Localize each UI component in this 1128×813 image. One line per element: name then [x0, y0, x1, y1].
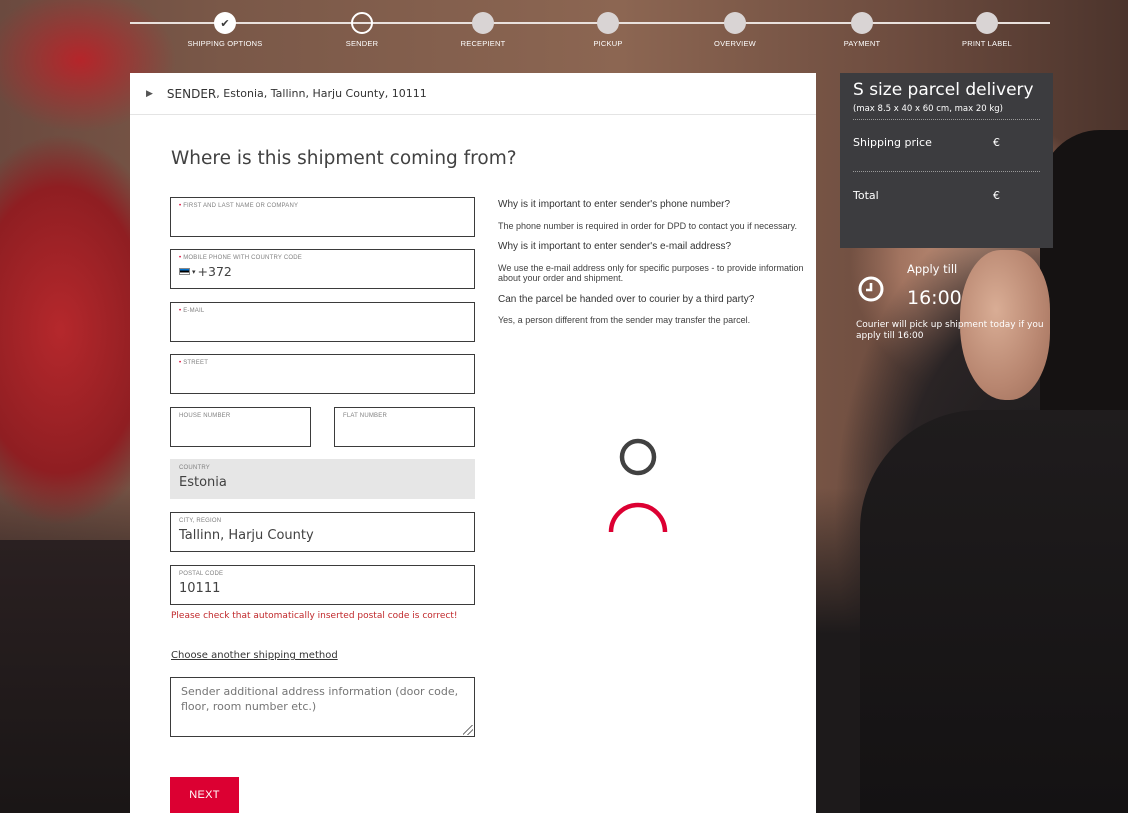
breadcrumb-details: , Estonia, Tallinn, Harju County, 10111 [216, 87, 427, 100]
step-recipient: RECEPIENT [423, 12, 543, 48]
expand-triangle-icon[interactable]: ▶ [146, 89, 153, 99]
help-answer: We use the e-mail address only for speci… [498, 262, 804, 284]
street-field-label: • STREET [179, 360, 467, 366]
email-field-label: • E-MAIL [179, 308, 467, 314]
chevron-down-icon[interactable]: ▾ [192, 268, 196, 276]
choose-another-shipping-method-link[interactable]: Choose another shipping method [171, 650, 338, 661]
summary-subtitle: (max 8.5 x 40 x 60 cm, max 20 kg) [853, 104, 1040, 120]
step-payment: PAYMENT [802, 12, 922, 48]
help-question: Why is it important to enter sender's e-… [498, 241, 732, 252]
step-current-icon [351, 12, 373, 34]
shipping-price-label: Shipping price [853, 136, 932, 149]
page-title: Where is this shipment coming from? [171, 148, 517, 169]
country-label: COUNTRY [179, 465, 210, 471]
country-field: COUNTRY Estonia [170, 459, 475, 499]
shipping-price-row: Shipping price € [853, 136, 1040, 149]
total-label: Total [853, 189, 879, 202]
step-pending-icon [472, 12, 494, 34]
phone-label-text: MOBILE PHONE WITH COUNTRY CODE [183, 255, 302, 261]
apply-note: Courier will pick up shipment today if y… [856, 320, 1044, 341]
phone-field[interactable]: • MOBILE PHONE WITH COUNTRY CODE ▾ +372 [170, 249, 475, 289]
step-print-label: PRINT LABEL [927, 12, 1047, 48]
help-info: Why is it important to enter sender's ph… [498, 199, 808, 337]
email-field[interactable]: • E-MAIL [170, 302, 475, 342]
summary-title: S size parcel delivery [853, 80, 1034, 100]
phone-input-row[interactable]: ▾ +372 [179, 264, 467, 279]
street-field[interactable]: • STREET [170, 354, 475, 394]
flat-number-field[interactable]: FLAT NUMBER [334, 407, 475, 447]
background-photo-customer [860, 410, 1128, 813]
house-number-field[interactable]: HOUSE NUMBER [170, 407, 311, 447]
summary-divider [853, 171, 1040, 172]
step-label: SHIPPING OPTIONS [187, 39, 263, 48]
email-label-text: E-MAIL [183, 308, 205, 314]
step-sender: SENDER [302, 12, 422, 48]
city-label: CITY, REGION [179, 518, 222, 524]
step-pending-icon [597, 12, 619, 34]
name-field[interactable]: • FIRST AND LAST NAME OR COMPANY [170, 197, 475, 237]
apply-till-label: Apply till [907, 262, 958, 276]
house-number-label: HOUSE NUMBER [179, 413, 231, 419]
estonia-flag-icon[interactable] [179, 268, 190, 275]
required-mark: • [179, 360, 182, 366]
step-pickup: PICKUP [548, 12, 668, 48]
city-value: Tallinn, Harju County [179, 528, 314, 543]
postal-code-warning: Please check that automatically inserted… [171, 611, 458, 621]
step-pending-icon [851, 12, 873, 34]
help-question: Why is it important to enter sender's ph… [498, 199, 731, 210]
sender-form-panel: ▶ SENDER , Estonia, Tallinn, Harju Count… [130, 73, 816, 813]
total-value: € [993, 189, 1000, 202]
postal-code-value: 10111 [179, 581, 221, 596]
total-row: Total € [853, 189, 1040, 202]
phone-field-label: • MOBILE PHONE WITH COUNTRY CODE [179, 255, 467, 261]
step-done-icon: ✔ [214, 12, 236, 34]
breadcrumb-step: SENDER [166, 86, 217, 101]
step-label: RECEPIENT [460, 39, 506, 48]
step-label: PAYMENT [843, 39, 881, 48]
step-label: PRINT LABEL [962, 39, 1012, 48]
step-shipping-options[interactable]: ✔ SHIPPING OPTIONS [165, 12, 285, 48]
background-photo-courier [0, 540, 130, 813]
step-pending-icon [724, 12, 746, 34]
clock-icon [858, 276, 884, 302]
additional-address-info-field[interactable] [170, 677, 475, 737]
order-summary: S size parcel delivery (max 8.5 x 40 x 6… [840, 73, 1053, 248]
help-answer: Yes, a person different from the sender … [498, 315, 751, 325]
step-overview: OVERVIEW [675, 12, 795, 48]
name-field-label: • FIRST AND LAST NAME OR COMPANY [179, 203, 467, 209]
step-label: PICKUP [593, 39, 623, 48]
step-pending-icon [976, 12, 998, 34]
person-icon [608, 438, 668, 533]
required-mark: • [179, 203, 182, 209]
required-mark: • [179, 308, 182, 314]
progress-stepper: ✔ SHIPPING OPTIONS SENDER RECEPIENT PICK… [130, 0, 1050, 60]
street-label-text: STREET [183, 360, 209, 366]
country-value: Estonia [179, 475, 227, 490]
check-icon: ✔ [220, 16, 230, 30]
phone-prefix: +372 [197, 264, 232, 279]
city-field[interactable]: CITY, REGION Tallinn, Harju County [170, 512, 475, 552]
step-label: OVERVIEW [714, 39, 756, 48]
apply-till-time: 16:00 [907, 287, 962, 309]
breadcrumb[interactable]: ▶ SENDER , Estonia, Tallinn, Harju Count… [130, 73, 816, 115]
postal-code-label: POSTAL CODE [179, 571, 224, 577]
name-label-text: FIRST AND LAST NAME OR COMPANY [183, 203, 299, 209]
step-label: SENDER [345, 39, 379, 48]
help-answer: The phone number is required in order fo… [498, 220, 797, 231]
help-question: Can the parcel be handed over to courier… [498, 293, 755, 305]
next-button[interactable]: NEXT [170, 777, 239, 813]
shipping-price-value: € [993, 136, 1000, 149]
resize-grip-icon[interactable] [463, 725, 473, 735]
postal-code-field[interactable]: POSTAL CODE 10111 [170, 565, 475, 605]
flat-number-label: FLAT NUMBER [343, 413, 387, 419]
required-mark: • [179, 255, 182, 261]
